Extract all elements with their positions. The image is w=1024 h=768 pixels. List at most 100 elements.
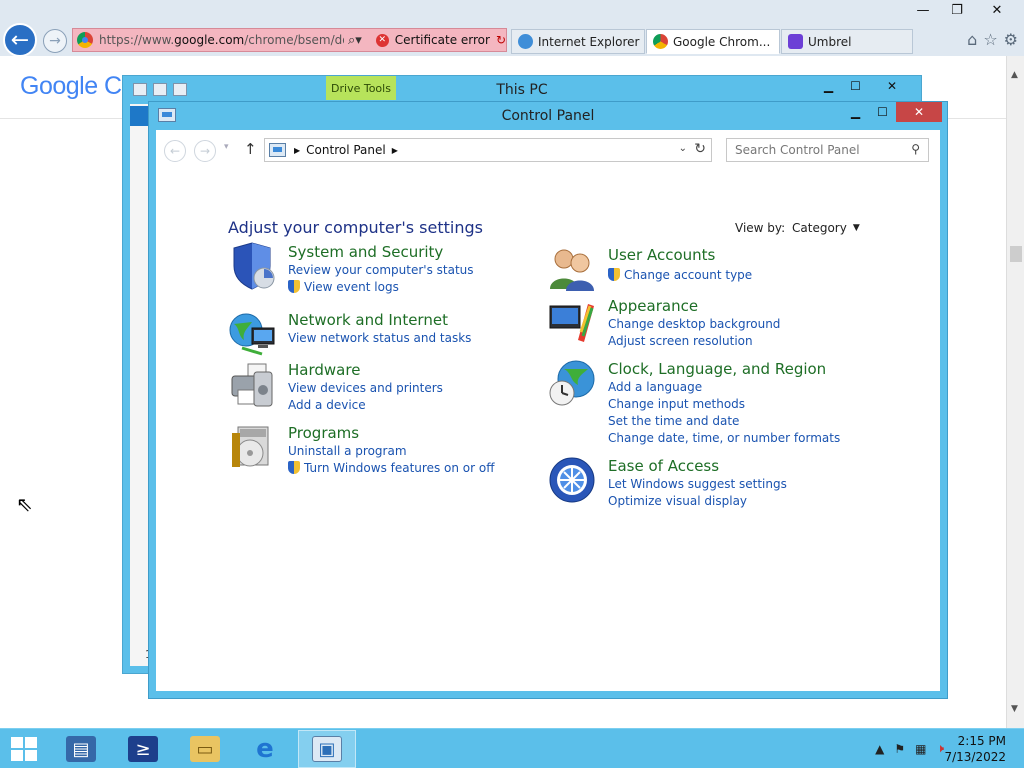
recent-locations-icon[interactable]: ▾ — [224, 142, 229, 152]
category-title[interactable]: Ease of Access — [608, 456, 787, 476]
taskbar-file-explorer[interactable]: ▭ — [176, 730, 234, 768]
chevron-right-icon[interactable]: ▶ — [392, 146, 398, 155]
clock-globe-icon[interactable] — [548, 359, 596, 407]
system-tray: ▲ ⚑ ▦ 🕨 — [875, 741, 944, 756]
clock[interactable]: 2:15 PM 7/13/2022 — [944, 733, 1006, 765]
ribbon-file-tab[interactable] — [130, 106, 148, 126]
start-button[interactable] — [8, 735, 40, 763]
link-change-account-type[interactable]: Change account type — [608, 267, 752, 284]
users-icon[interactable] — [548, 245, 596, 293]
minimize-button[interactable]: ▁ — [815, 76, 842, 96]
appearance-icon[interactable] — [548, 296, 596, 344]
chevron-right-icon[interactable]: ▶ — [294, 146, 300, 155]
taskbar-server-manager[interactable]: ▤ — [52, 730, 110, 768]
certificate-error-label[interactable]: Certificate error — [395, 33, 490, 47]
search-icon[interactable]: ⚲ — [911, 142, 920, 156]
title-bar[interactable]: Control Panel ▁ ☐ ✕ — [149, 102, 947, 130]
show-hidden-icons-icon[interactable]: ▲ — [875, 742, 884, 756]
maximize-button[interactable]: ☐ — [869, 102, 896, 122]
category-title[interactable]: Appearance — [608, 296, 780, 316]
taskbar-powershell[interactable]: ≥ — [114, 730, 172, 768]
search-icon[interactable]: ⌕▾ — [348, 33, 362, 48]
link-review-status[interactable]: Review your computer's status — [288, 262, 474, 279]
forward-button[interactable]: → — [43, 29, 67, 53]
link-input-methods[interactable]: Change input methods — [608, 396, 840, 413]
breadcrumb-item[interactable]: Control Panel — [306, 143, 386, 157]
scroll-up-icon[interactable]: ▲ — [1011, 70, 1018, 80]
link-add-language[interactable]: Add a language — [608, 379, 840, 396]
link-add-device[interactable]: Add a device — [288, 397, 443, 414]
back-arrow-icon: ← — [169, 144, 181, 158]
minimize-button[interactable]: — — [906, 0, 940, 20]
scroll-down-icon[interactable]: ▼ — [1011, 704, 1018, 714]
category-title[interactable]: System and Security — [288, 242, 474, 262]
maximize-button[interactable]: ☐ — [842, 76, 869, 96]
tab-close-icon[interactable]: ✕ — [778, 35, 779, 49]
home-icon[interactable]: ⌂ — [967, 30, 977, 49]
link-desktop-background[interactable]: Change desktop background — [608, 316, 780, 333]
forward-arrow-icon: → — [49, 33, 61, 49]
taskbar-internet-explorer[interactable]: e — [236, 730, 294, 768]
ease-of-access-icon[interactable] — [548, 456, 596, 504]
taskbar-control-panel[interactable]: ▣ — [298, 730, 356, 768]
printer-icon[interactable] — [228, 360, 276, 408]
volume-muted-icon[interactable]: 🕨 — [936, 741, 944, 756]
restore-button[interactable]: ❐ — [940, 0, 974, 20]
control-panel-window[interactable]: Control Panel ▁ ☐ ✕ ← → ▾ ↑ ▶ Control Pa… — [148, 101, 948, 699]
up-arrow-icon[interactable]: ↑ — [244, 140, 257, 158]
certificate-error-icon[interactable]: ✕ — [375, 33, 389, 47]
page-title: Adjust your computer's settings — [228, 218, 483, 237]
link-optimize-display[interactable]: Optimize visual display — [608, 493, 787, 510]
category-title[interactable]: Hardware — [288, 360, 443, 380]
link-screen-resolution[interactable]: Adjust screen resolution — [608, 333, 780, 350]
umbrel-icon — [788, 34, 803, 49]
back-button[interactable]: ← — [164, 140, 186, 162]
category-title[interactable]: Network and Internet — [288, 310, 471, 330]
chevron-down-icon[interactable]: ⌄ — [679, 143, 687, 154]
category-title[interactable]: Programs — [288, 423, 495, 443]
forward-button[interactable]: → — [194, 140, 216, 162]
link-windows-features[interactable]: Turn Windows features on or off — [288, 460, 495, 477]
category-title[interactable]: User Accounts — [608, 245, 752, 265]
refresh-icon[interactable]: ↻ — [496, 33, 506, 47]
windows-logo-pane — [25, 737, 37, 748]
tab-umbrel[interactable]: Umbrel — [781, 29, 913, 54]
link-uninstall-program[interactable]: Uninstall a program — [288, 443, 495, 460]
network-icon[interactable]: ▦ — [915, 742, 926, 756]
close-button[interactable]: ✕ — [974, 0, 1020, 20]
window-controls: ▁ ☐ ✕ — [815, 76, 915, 96]
link-network-status[interactable]: View network status and tasks — [288, 330, 471, 347]
scrollbar-thumb[interactable] — [1010, 246, 1022, 262]
breadcrumb[interactable]: ▶ Control Panel ▶ ⌄ ↻ — [264, 138, 712, 162]
address-url[interactable]: https://www.google.com/chrome/bsem/dowr — [99, 33, 344, 47]
minimize-button[interactable]: ▁ — [842, 102, 869, 122]
programs-icon[interactable] — [228, 423, 276, 471]
browser-scrollbar[interactable]: ▲ ▼ — [1006, 56, 1024, 728]
navigation-bar: ← → ▾ ↑ ▶ Control Panel ▶ ⌄ ↻ ⚲ — [156, 130, 940, 170]
close-button[interactable]: ✕ — [869, 76, 915, 96]
address-bar[interactable]: https://www.google.com/chrome/bsem/dowr … — [72, 28, 507, 52]
settings-gear-icon[interactable]: ⚙ — [1004, 30, 1018, 49]
refresh-icon[interactable]: ↻ — [694, 141, 706, 157]
globe-network-icon[interactable] — [228, 310, 276, 358]
tab-google-chrome[interactable]: Google Chrom... ✕ — [646, 29, 780, 54]
search-box[interactable]: ⚲ — [726, 138, 929, 162]
control-panel-content: ← → ▾ ↑ ▶ Control Panel ▶ ⌄ ↻ ⚲ Adjust y… — [156, 130, 940, 691]
search-input[interactable] — [735, 143, 905, 157]
view-by-dropdown[interactable]: Category ▼ — [792, 221, 860, 235]
shield-icon[interactable] — [228, 242, 276, 290]
favorites-star-icon[interactable]: ☆ — [983, 30, 997, 49]
tab-label: Internet Explorer E... — [538, 34, 644, 49]
close-button[interactable]: ✕ — [896, 102, 942, 122]
link-time-date[interactable]: Set the time and date — [608, 413, 840, 430]
google-favicon-icon — [77, 32, 93, 48]
link-suggest-settings[interactable]: Let Windows suggest settings — [608, 476, 787, 493]
link-view-event-logs[interactable]: View event logs — [288, 279, 474, 296]
back-button[interactable]: ← — [3, 23, 37, 57]
tab-internet-explorer[interactable]: Internet Explorer E... — [511, 29, 645, 54]
window-title: Control Panel — [501, 108, 595, 124]
action-center-flag-icon[interactable]: ⚑ — [894, 742, 905, 756]
category-title[interactable]: Clock, Language, and Region — [608, 359, 840, 379]
link-formats[interactable]: Change date, time, or number formats — [608, 430, 840, 447]
link-devices-printers[interactable]: View devices and printers — [288, 380, 443, 397]
